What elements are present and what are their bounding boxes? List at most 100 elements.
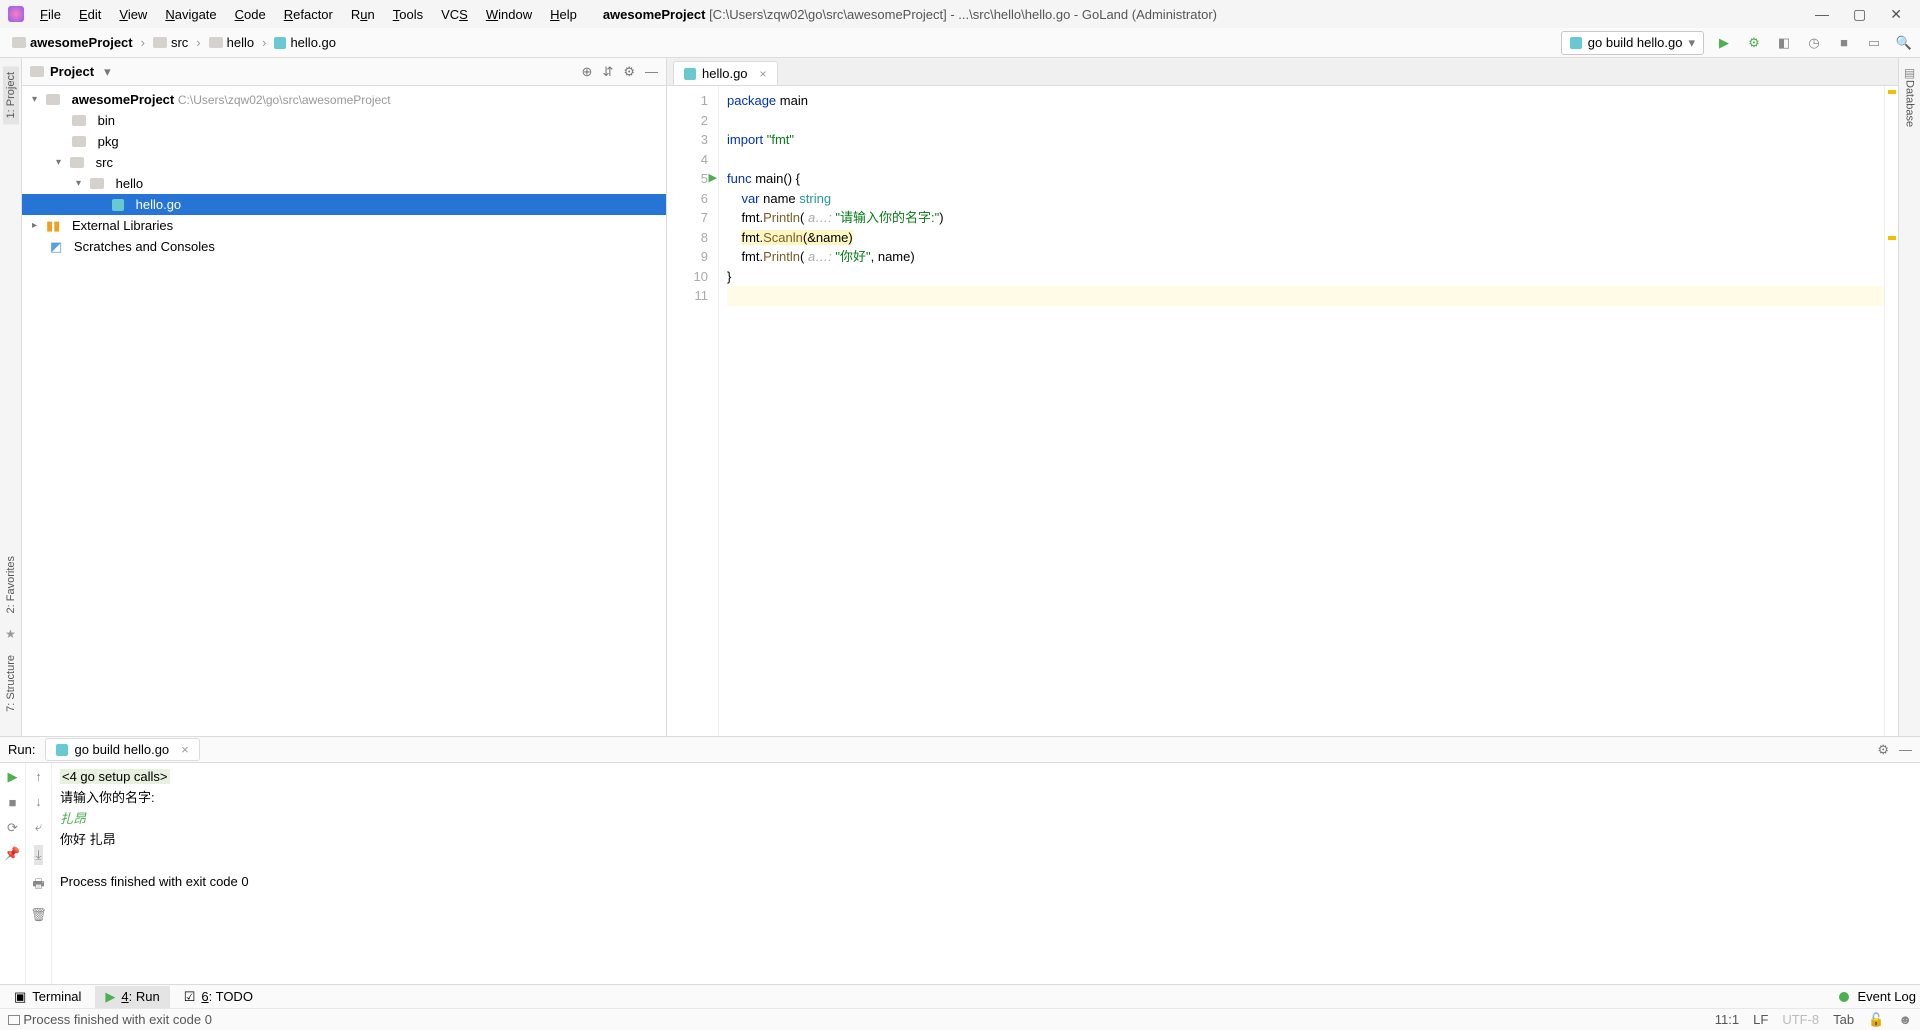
run-console[interactable]: <4 go setup calls> 请输入你的名字: 扎昂 你好 扎昂 Pro… xyxy=(52,763,1920,984)
project-tool-tab[interactable]: 1: Project xyxy=(3,66,19,124)
run-tool-button[interactable]: ▶4: Run xyxy=(95,986,169,1008)
tree-external-libraries[interactable]: ▸▮▮ External Libraries xyxy=(22,215,666,236)
stop-button[interactable]: ■ xyxy=(9,795,17,810)
debug-button[interactable]: ⚙ xyxy=(1744,33,1764,53)
indent-setting[interactable]: Tab xyxy=(1833,1012,1854,1027)
breadcrumb-project[interactable]: awesomeProject xyxy=(6,33,139,52)
chevron-right-icon: › xyxy=(196,35,200,50)
expander-icon[interactable]: ▾ xyxy=(76,178,86,189)
marker-bar[interactable] xyxy=(1884,86,1898,736)
breadcrumb-hello[interactable]: hello xyxy=(203,33,260,52)
minimize-icon[interactable]: — xyxy=(1815,6,1829,23)
status-icon[interactable] xyxy=(8,1015,20,1025)
structure-tool-tab[interactable]: 7: Structure xyxy=(5,655,17,712)
line-ending[interactable]: LF xyxy=(1753,1012,1768,1027)
caret-position[interactable]: 11:1 xyxy=(1715,1012,1739,1027)
run-gutter-icon[interactable]: ▶ xyxy=(709,169,717,189)
menu-edit[interactable]: Edit xyxy=(71,4,109,25)
editor-tab-label: hello.go xyxy=(702,66,748,81)
terminal-tool-button[interactable]: ▣Terminal xyxy=(4,986,91,1008)
breadcrumb-src[interactable]: src xyxy=(147,33,194,52)
go-file-icon xyxy=(274,37,286,49)
restart-button[interactable]: ⟳ xyxy=(7,820,18,836)
rerun-button[interactable]: ▶ xyxy=(8,769,18,785)
tree-hello-go[interactable]: hello.go xyxy=(22,194,666,215)
run-configuration-dropdown[interactable]: go build hello.go ▾ xyxy=(1561,31,1704,55)
menu-vcs[interactable]: VCS xyxy=(433,4,476,25)
expander-icon[interactable]: ▸ xyxy=(32,220,42,231)
layout-button[interactable]: ▭ xyxy=(1864,33,1884,53)
menu-run[interactable]: Run xyxy=(343,4,383,25)
close-tab-icon[interactable]: × xyxy=(760,67,767,81)
expander-icon[interactable]: ▾ xyxy=(56,157,66,168)
tree-bin[interactable]: bin xyxy=(22,110,666,131)
maximize-icon[interactable]: ▢ xyxy=(1853,6,1866,23)
minimize-panel-icon[interactable]: — xyxy=(645,64,658,80)
stop-button[interactable]: ■ xyxy=(1834,33,1854,53)
profile-button[interactable]: ◷ xyxy=(1804,33,1824,53)
close-tab-icon[interactable]: × xyxy=(181,742,189,757)
menu-window[interactable]: Window xyxy=(478,4,540,25)
menu-navigate[interactable]: Navigate xyxy=(157,4,224,25)
menu-refactor[interactable]: Refactor xyxy=(276,4,341,25)
trash-button[interactable]: 🗑 xyxy=(30,907,47,923)
favorites-tool-tab[interactable]: 2: Favorites xyxy=(5,556,17,613)
library-icon: ▮▮ xyxy=(46,218,60,234)
warning-marker-icon[interactable] xyxy=(1888,90,1896,94)
down-button[interactable]: ↓ xyxy=(35,794,42,809)
tree-hello-folder[interactable]: ▾ hello xyxy=(22,173,666,194)
console-output-line: 请输入你的名字: xyxy=(60,790,155,805)
menu-view[interactable]: View xyxy=(111,4,155,25)
database-tool-tab[interactable]: Database xyxy=(1904,80,1916,127)
editor-tabs: hello.go × xyxy=(667,58,1898,86)
locate-icon[interactable]: ⊕ xyxy=(582,64,593,80)
event-log-button[interactable]: Event Log xyxy=(1857,989,1916,1004)
tree-pkg[interactable]: pkg xyxy=(22,131,666,152)
go-file-icon xyxy=(56,744,68,756)
breadcrumb-file[interactable]: hello.go xyxy=(268,33,342,52)
tree-scratches[interactable]: ◩ Scratches and Consoles xyxy=(22,236,666,257)
warning-marker-icon[interactable] xyxy=(1888,236,1896,240)
project-tree[interactable]: ▾ awesomeProject C:\Users\zqw02\go\src\a… xyxy=(22,86,666,736)
folder-icon xyxy=(209,37,223,48)
menu-file[interactable]: File xyxy=(32,4,69,25)
code-content[interactable]: package main import "fmt" func main() { … xyxy=(719,86,1884,736)
soft-wrap-button[interactable]: ⤶ xyxy=(35,819,42,835)
play-icon: ▶ xyxy=(105,989,115,1005)
run-header: Run: go build hello.go × ⚙ — xyxy=(0,737,1920,763)
collapse-icon[interactable]: ⇵ xyxy=(602,64,613,80)
up-button[interactable]: ↑ xyxy=(35,769,42,784)
close-icon[interactable]: ✕ xyxy=(1890,6,1902,23)
tree-src[interactable]: ▾ src xyxy=(22,152,666,173)
minimize-panel-icon[interactable]: — xyxy=(1899,742,1912,758)
navigation-bar: awesomeProject › src › hello › hello.go … xyxy=(0,28,1920,58)
folder-icon xyxy=(70,157,84,168)
go-file-icon xyxy=(684,68,696,80)
run-button[interactable]: ▶ xyxy=(1714,33,1734,53)
code-editor[interactable]: 1 2 3 4 5▶ 6 7 8 9 10 11 package main im… xyxy=(667,86,1898,736)
editor-tab-hello[interactable]: hello.go × xyxy=(673,61,778,85)
chevron-down-icon[interactable]: ▾ xyxy=(104,64,111,80)
folded-region[interactable]: <4 go setup calls> xyxy=(60,769,170,784)
pin-button[interactable]: 📌 xyxy=(4,846,20,862)
menu-help[interactable]: Help xyxy=(542,4,585,25)
tree-root[interactable]: ▾ awesomeProject C:\Users\zqw02\go\src\a… xyxy=(22,89,666,110)
menu-tools[interactable]: Tools xyxy=(385,4,431,25)
chevron-right-icon: › xyxy=(262,35,266,50)
lock-icon[interactable]: 🔓 xyxy=(1868,1012,1884,1028)
scroll-to-end-button[interactable]: ⤓ xyxy=(34,845,44,865)
gear-icon[interactable]: ⚙ xyxy=(1877,742,1889,758)
print-button[interactable]: 🖶 xyxy=(32,875,44,897)
search-everywhere-button[interactable]: 🔍 xyxy=(1894,33,1914,53)
file-encoding[interactable]: UTF-8 xyxy=(1782,1012,1819,1027)
go-file-icon xyxy=(112,199,124,211)
inspector-icon[interactable]: ☻ xyxy=(1898,1012,1912,1027)
project-panel-header: Project▾ ⊕ ⇵ ⚙ — xyxy=(22,58,666,86)
console-output-line: Process finished with exit code 0 xyxy=(60,874,249,889)
todo-tool-button[interactable]: ☑6: TODO xyxy=(174,986,263,1008)
expander-icon[interactable]: ▾ xyxy=(32,94,42,105)
coverage-button[interactable]: ◧ xyxy=(1774,33,1794,53)
menu-code[interactable]: Code xyxy=(227,4,274,25)
run-tab[interactable]: go build hello.go × xyxy=(45,738,199,761)
gear-icon[interactable]: ⚙ xyxy=(623,64,635,80)
